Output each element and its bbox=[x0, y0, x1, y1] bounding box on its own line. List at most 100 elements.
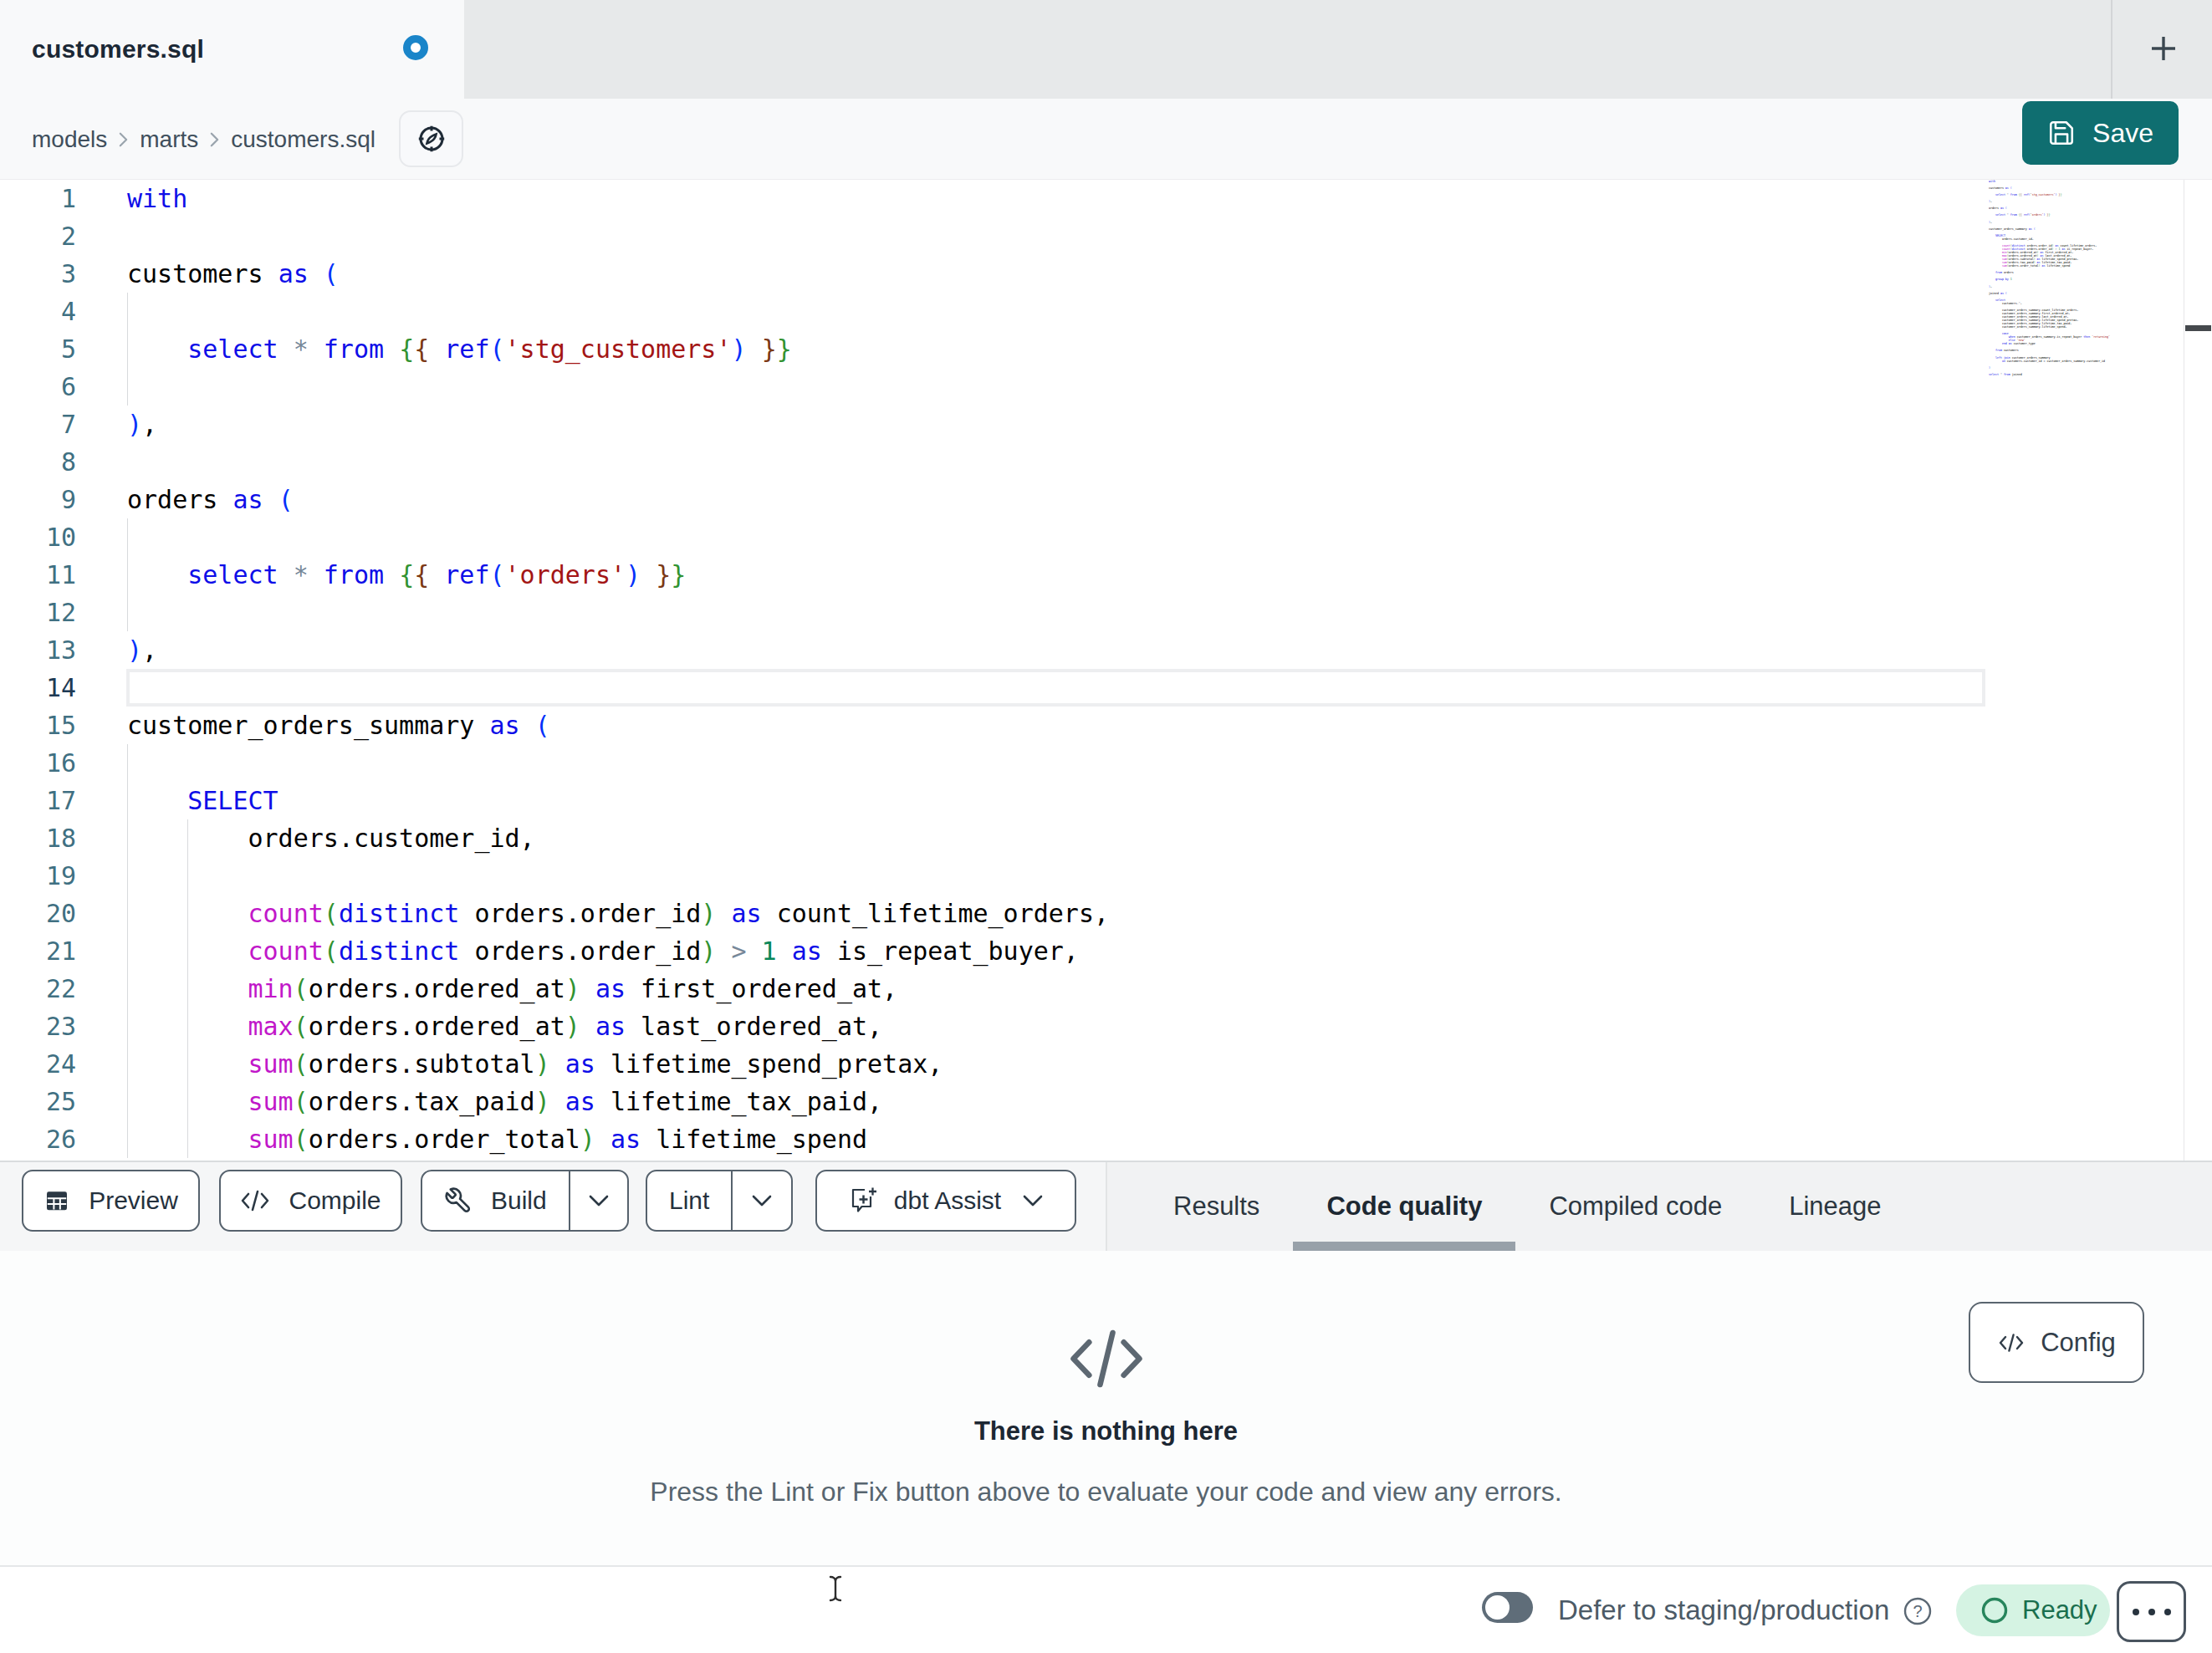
line-number: 14 bbox=[0, 669, 76, 707]
tab-title: customers.sql bbox=[32, 0, 204, 99]
minimap[interactable]: with customers as ( select * from {{ ref… bbox=[1989, 180, 2110, 376]
tab-compiled-code[interactable]: Compiled code bbox=[1515, 1162, 1755, 1251]
compile-button[interactable]: Compile bbox=[219, 1170, 402, 1232]
save-label: Save bbox=[2092, 118, 2153, 149]
code-line: sum(orders.tax_paid) as lifetime_tax_pai… bbox=[127, 1083, 882, 1120]
breadcrumb-separator bbox=[209, 131, 220, 148]
config-label: Config bbox=[2041, 1328, 2116, 1358]
line-number: 13 bbox=[0, 631, 76, 669]
tab-customers-sql[interactable]: customers.sql bbox=[0, 0, 464, 99]
code-line: SELECT bbox=[127, 782, 278, 819]
dbt-assist-button[interactable]: dbt Assist bbox=[815, 1170, 1076, 1232]
ibeam-cursor bbox=[826, 1574, 845, 1603]
table-icon bbox=[43, 1187, 70, 1214]
breadcrumb-bar: models marts customers.sql Save bbox=[0, 99, 2212, 180]
editor-toolbar: Preview Compile Build Lint bbox=[0, 1161, 2212, 1251]
code-line: sum(orders.subtotal) as lifetime_spend_p… bbox=[127, 1045, 943, 1083]
breadcrumb-item[interactable]: marts bbox=[140, 126, 198, 153]
question-circle-icon[interactable]: ? bbox=[1903, 1597, 1932, 1629]
build-split-button: Build bbox=[421, 1170, 629, 1232]
code-line: sum(orders.order_total) as lifetime_spen… bbox=[127, 1120, 867, 1158]
status-badge: Ready bbox=[1956, 1584, 2110, 1636]
locate-in-file-tree-button[interactable] bbox=[399, 110, 463, 167]
chevron-right-icon bbox=[118, 131, 129, 148]
preview-label: Preview bbox=[89, 1186, 178, 1215]
ready-circle-icon bbox=[1980, 1596, 2009, 1625]
more-options-button[interactable] bbox=[2117, 1581, 2186, 1642]
svg-text:?: ? bbox=[1913, 1602, 1922, 1620]
code-line: ), bbox=[127, 406, 157, 443]
toggle-knob bbox=[1485, 1595, 1510, 1620]
ellipsis-icon bbox=[2164, 1609, 2171, 1615]
line-number: 24 bbox=[0, 1045, 76, 1083]
preview-button[interactable]: Preview bbox=[22, 1170, 200, 1232]
config-button[interactable]: Config bbox=[1969, 1302, 2144, 1383]
code-line: count(distinct orders.order_id) as count… bbox=[127, 895, 1109, 932]
build-label: Build bbox=[491, 1186, 547, 1215]
unsaved-changes-dot-icon bbox=[403, 35, 428, 60]
line-number: 9 bbox=[0, 481, 76, 518]
line-number: 19 bbox=[0, 857, 76, 895]
compile-label: Compile bbox=[289, 1186, 381, 1215]
code-line: max(orders.ordered_at) as last_ordered_a… bbox=[127, 1008, 882, 1045]
code-line: customer_orders_summary as ( bbox=[127, 707, 550, 744]
tab-code-quality[interactable]: Code quality bbox=[1293, 1162, 1515, 1251]
line-number: 11 bbox=[0, 556, 76, 594]
code-line: customers as ( bbox=[127, 255, 339, 293]
code-icon bbox=[1997, 1332, 2026, 1354]
tab-bar-divider bbox=[2111, 0, 2112, 99]
code-line: with bbox=[127, 180, 187, 217]
line-number: 17 bbox=[0, 782, 76, 819]
build-dropdown-button[interactable] bbox=[570, 1171, 627, 1230]
editor-tab-bar: customers.sql bbox=[0, 0, 2212, 99]
line-number: 2 bbox=[0, 217, 76, 255]
empty-state-subtitle: Press the Lint or Fix button above to ev… bbox=[650, 1477, 1561, 1508]
line-number: 7 bbox=[0, 406, 76, 443]
empty-state-title: There is nothing here bbox=[974, 1416, 1238, 1446]
code-line: min(orders.ordered_at) as first_ordered_… bbox=[127, 970, 897, 1008]
code-line: ), bbox=[127, 631, 157, 669]
save-icon bbox=[2047, 119, 2076, 147]
line-number: 8 bbox=[0, 443, 76, 481]
overview-ruler-mark bbox=[2185, 325, 2211, 331]
lint-split-button: Lint bbox=[646, 1170, 793, 1232]
build-button[interactable]: Build bbox=[422, 1171, 569, 1230]
lint-button[interactable]: Lint bbox=[647, 1171, 731, 1230]
line-number: 21 bbox=[0, 932, 76, 970]
line-number: 22 bbox=[0, 970, 76, 1008]
chevron-right-icon bbox=[209, 131, 220, 148]
code-icon bbox=[1067, 1326, 1146, 1391]
breadcrumb-separator bbox=[118, 131, 129, 148]
results-panel: There is nothing here Press the Lint or … bbox=[0, 1251, 2212, 1565]
chevron-down-icon bbox=[589, 1195, 609, 1207]
line-number: 3 bbox=[0, 255, 76, 293]
code-editor[interactable]: 1234567891011121314151617181920212223242… bbox=[0, 180, 2212, 1161]
dbt-assist-label: dbt Assist bbox=[894, 1186, 1001, 1215]
code-line: select * from {{ ref('orders') }} bbox=[127, 556, 686, 594]
tab-results[interactable]: Results bbox=[1140, 1162, 1293, 1251]
defer-toggle[interactable] bbox=[1482, 1592, 1533, 1623]
code-line: orders as ( bbox=[127, 481, 294, 518]
code-line: count(distinct orders.order_id) > 1 as i… bbox=[127, 932, 1079, 970]
status-bar: Defer to staging/production ? Ready bbox=[0, 1565, 2212, 1653]
line-number: 5 bbox=[0, 330, 76, 368]
line-number: 12 bbox=[0, 594, 76, 631]
line-number: 23 bbox=[0, 1008, 76, 1045]
line-number: 6 bbox=[0, 368, 76, 406]
line-number: 4 bbox=[0, 293, 76, 330]
tab-lineage[interactable]: Lineage bbox=[1755, 1162, 1914, 1251]
breadcrumb-item[interactable]: models bbox=[32, 126, 107, 153]
code-icon bbox=[240, 1188, 270, 1213]
line-number: 15 bbox=[0, 707, 76, 744]
line-number: 1 bbox=[0, 180, 76, 217]
new-tab-button[interactable] bbox=[2138, 23, 2189, 74]
line-number: 16 bbox=[0, 744, 76, 782]
lint-dropdown-button[interactable] bbox=[733, 1171, 791, 1230]
chevron-down-icon bbox=[752, 1195, 772, 1207]
chevron-down-icon bbox=[1023, 1195, 1043, 1207]
breadcrumb: models marts customers.sql bbox=[32, 99, 375, 180]
breadcrumb-item[interactable]: customers.sql bbox=[231, 126, 375, 153]
code-line: orders.customer_id, bbox=[127, 819, 535, 857]
chat-sparkle-icon bbox=[849, 1186, 879, 1216]
save-button[interactable]: Save bbox=[2022, 101, 2179, 165]
